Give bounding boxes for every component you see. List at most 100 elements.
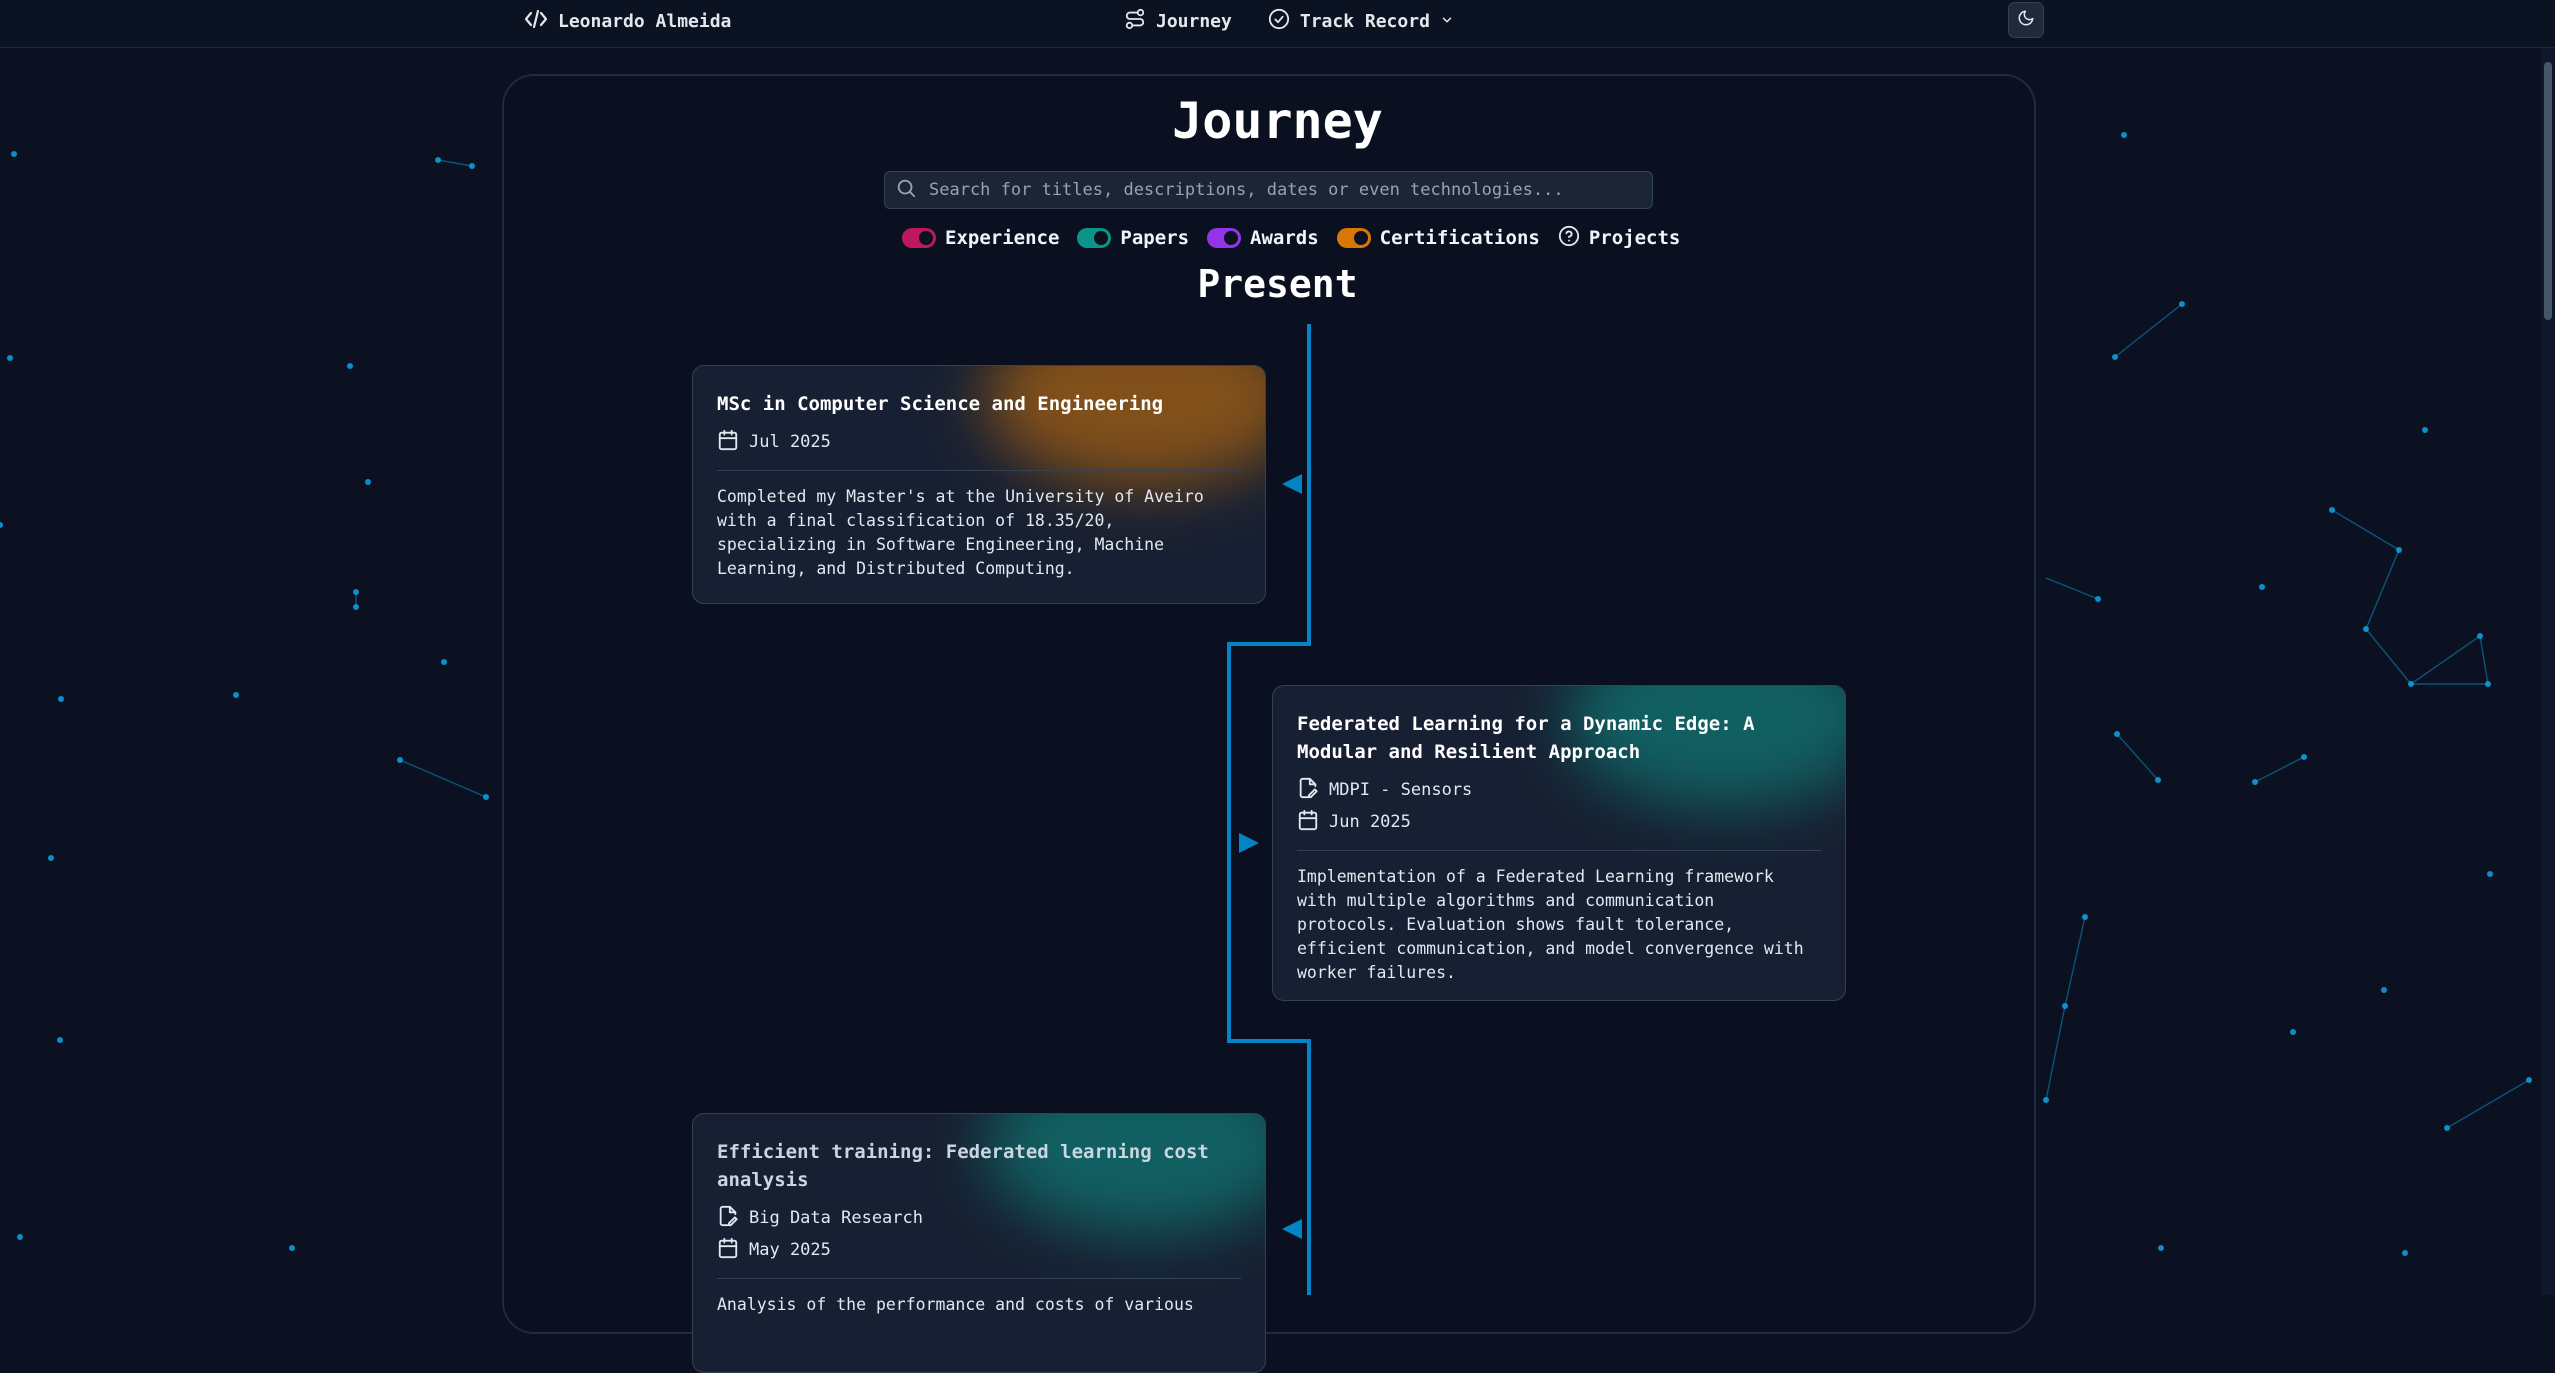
particle-dot [435, 157, 441, 163]
particle-dot [2329, 507, 2335, 513]
particle-link [2365, 549, 2400, 630]
card-description: Analysis of the performance and costs of… [717, 1295, 1194, 1314]
particle-dot [347, 363, 353, 369]
particle-link [2331, 509, 2400, 551]
theme-toggle-button[interactable] [2008, 2, 2044, 38]
particle-dot [17, 1234, 23, 1240]
awards-toggle[interactable] [1207, 228, 1242, 248]
scrollbar-thumb[interactable] [2544, 62, 2552, 320]
experience-toggle[interactable] [902, 228, 936, 248]
particle-dot [2114, 731, 2120, 737]
filter-papers-label: Papers [1120, 227, 1190, 249]
page-scrollbar[interactable] [2541, 48, 2555, 1295]
filter-experience[interactable]: Experience [902, 227, 1059, 249]
particle-dot [58, 696, 64, 702]
particle-dot [441, 659, 447, 665]
card-description: Completed my Master's at the University … [717, 487, 1204, 578]
particle-dot [2363, 626, 2369, 632]
card-divider [717, 470, 1241, 471]
nav-track-record-label: Track Record [1299, 10, 1430, 32]
card-venue-text: Big Data Research [749, 1208, 923, 1228]
file-pen-icon [1297, 777, 1319, 804]
particle-dot [2477, 633, 2483, 639]
card-date-text: May 2025 [749, 1240, 831, 1260]
card-title: Federated Learning for a Dynamic Edge: A… [1297, 713, 1755, 763]
particle-dot [289, 1245, 295, 1251]
filter-awards-label: Awards [1250, 227, 1319, 249]
section-present-label: Present [1197, 262, 1358, 306]
nav-journey[interactable]: Journey [1124, 8, 1232, 35]
card-date-text: Jul 2025 [749, 432, 831, 452]
card-venue: MDPI - Sensors [1297, 777, 1821, 804]
calendar-icon [1297, 809, 1319, 836]
particle-dot [2396, 547, 2402, 553]
file-pen-icon [717, 1205, 739, 1232]
papers-toggle[interactable] [1077, 228, 1112, 248]
particle-link [2365, 628, 2412, 685]
particle-dot [2402, 1250, 2408, 1256]
particle-dot [2290, 1029, 2296, 1035]
card-venue-text: MDPI - Sensors [1329, 780, 1473, 800]
filter-projects-label: Projects [1588, 227, 1681, 249]
particle-link [2045, 577, 2099, 600]
card-date: May 2025 [717, 1237, 1241, 1264]
certifications-toggle[interactable] [1336, 228, 1371, 248]
card-venue: Big Data Research [717, 1205, 1241, 1232]
search-input[interactable] [927, 179, 1652, 201]
search-icon [895, 177, 917, 203]
filter-certifications[interactable]: Certifications [1336, 227, 1540, 249]
particle-dot [353, 589, 359, 595]
particle-dot [2444, 1125, 2450, 1131]
nav-track-record[interactable]: Track Record [1268, 8, 1454, 35]
filter-certifications-label: Certifications [1379, 227, 1540, 249]
help-circle-icon [1558, 225, 1580, 252]
particle-dot [365, 479, 371, 485]
card-divider [717, 1278, 1241, 1279]
particle-dot [2422, 427, 2428, 433]
card-date-text: Jun 2025 [1329, 812, 1411, 832]
particle-dot [0, 522, 3, 528]
moon-icon [2017, 9, 2035, 31]
calendar-icon [717, 429, 739, 456]
nav-journey-label: Journey [1156, 10, 1232, 32]
particle-dot [11, 151, 17, 157]
card-title: MSc in Computer Science and Engineering [717, 393, 1164, 415]
particle-dot [2062, 1003, 2068, 1009]
filter-bar: Experience Papers Awards Certifications … [902, 224, 1680, 252]
filter-awards[interactable]: Awards [1207, 227, 1319, 249]
particle-dot [2487, 871, 2493, 877]
particle-link [437, 159, 473, 167]
particle-dot [2043, 1097, 2049, 1103]
particle-dot [2485, 681, 2491, 687]
particle-link [2045, 1005, 2066, 1101]
filter-papers[interactable]: Papers [1077, 227, 1189, 249]
card-glow [985, 366, 1265, 486]
particle-dot [233, 692, 239, 698]
brand-name: Leonardo Almeida [558, 10, 732, 32]
card-date: Jul 2025 [717, 429, 1241, 456]
particle-link [2114, 303, 2183, 358]
timeline-card[interactable]: Efficient training: Federated learning c… [692, 1113, 1266, 1373]
particle-link [2446, 1079, 2530, 1129]
brand-link[interactable]: Leonardo Almeida [524, 9, 731, 33]
calendar-icon [717, 1237, 739, 1264]
route-icon [1124, 8, 1146, 35]
particle-dot [2252, 779, 2258, 785]
search-bar[interactable] [884, 171, 1653, 209]
particle-dot [2259, 584, 2265, 590]
particle-dot [2155, 777, 2161, 783]
top-navigation: Leonardo Almeida Journey Track Record [0, 0, 2555, 48]
particle-dot [2095, 596, 2101, 602]
particle-dot [2301, 754, 2307, 760]
filter-projects[interactable]: Projects [1558, 225, 1681, 252]
particle-dot [2526, 1077, 2532, 1083]
filter-experience-label: Experience [945, 227, 1060, 249]
particle-dot [57, 1037, 63, 1043]
code-icon [524, 9, 548, 34]
particle-link [2064, 916, 2086, 1007]
timeline-card[interactable]: Federated Learning for a Dynamic Edge: A… [1272, 685, 1846, 1001]
timeline-card[interactable]: MSc in Computer Science and Engineering … [692, 365, 1266, 604]
particle-dot [2408, 681, 2414, 687]
particle-dot [397, 757, 403, 763]
card-divider [1297, 850, 1821, 851]
